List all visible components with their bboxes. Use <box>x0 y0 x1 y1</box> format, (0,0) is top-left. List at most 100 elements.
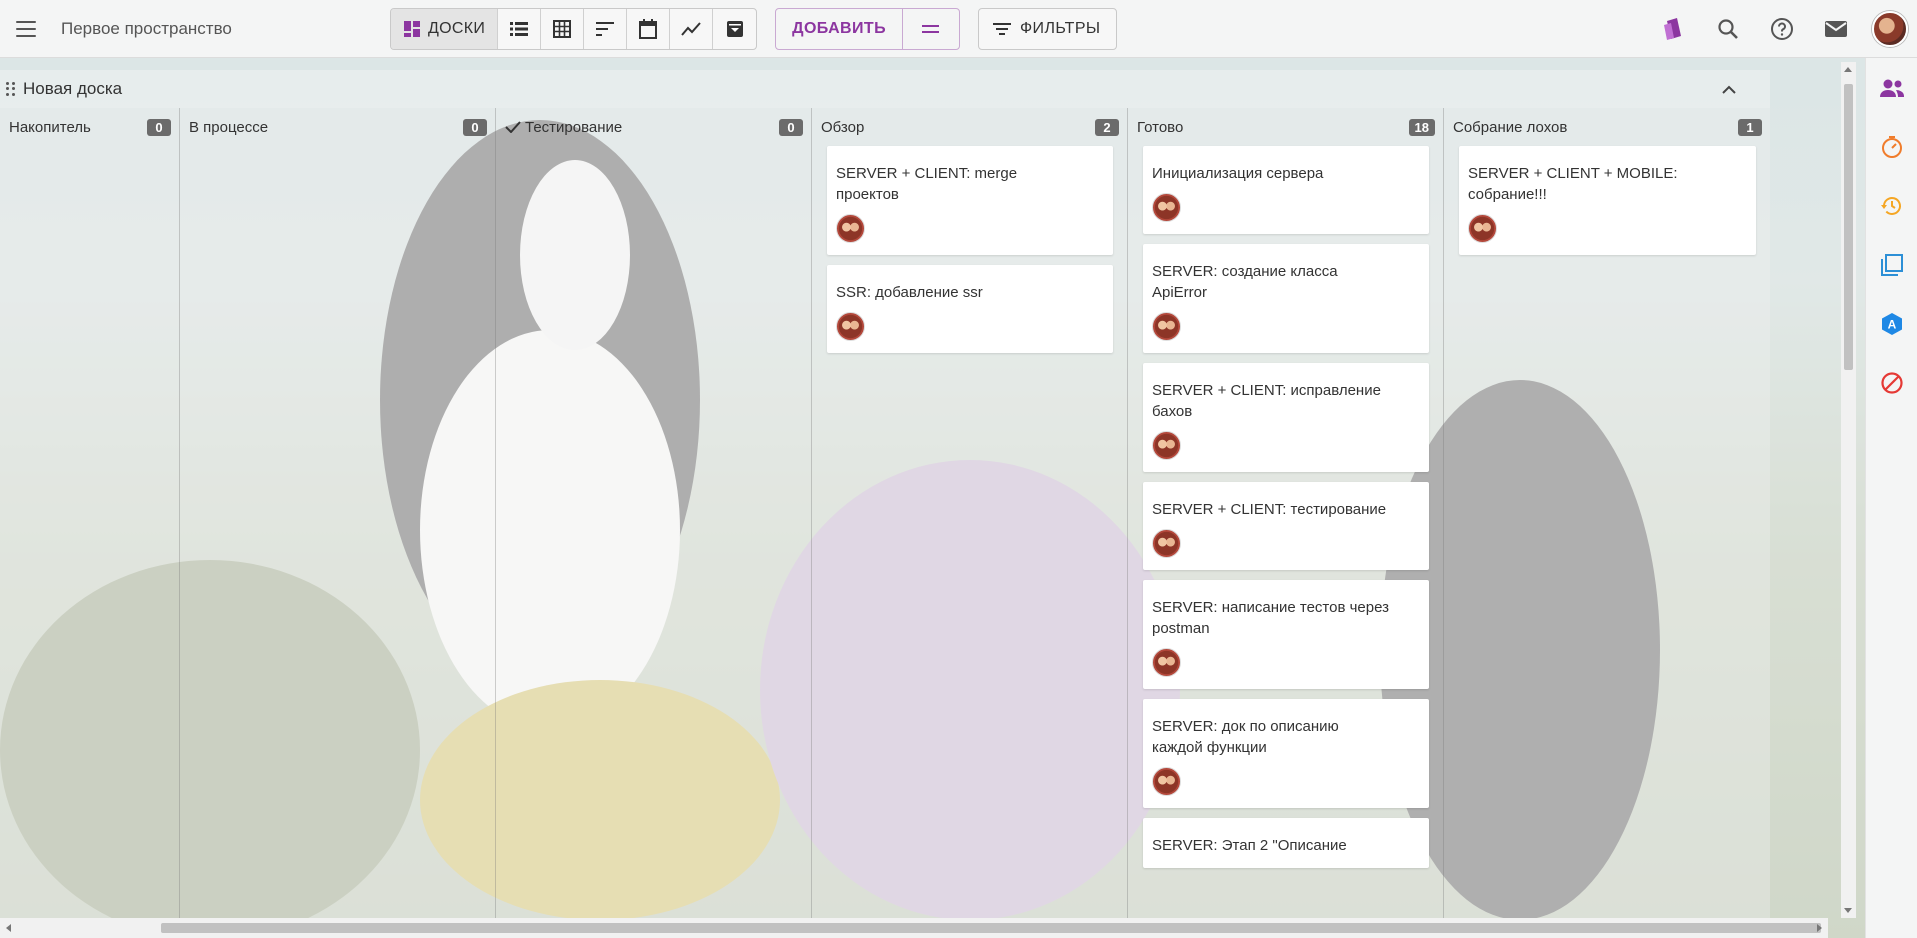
card-title: SERVER: док по описанию каждой функции <box>1152 718 1339 756</box>
assignee-avatar[interactable] <box>1152 767 1181 796</box>
column-meeting: Собрание лохов 1 SERVER + CLIENT + MOBIL… <box>1444 108 1770 918</box>
task-card[interactable]: SERVER + CLIENT: исправление бахов <box>1143 363 1429 472</box>
cards-icon[interactable] <box>1647 0 1701 58</box>
chart-icon <box>681 21 701 36</box>
card-title: Инициализация сервера <box>1152 165 1324 182</box>
scroll-right-icon[interactable] <box>1817 924 1822 932</box>
view-sort-button[interactable] <box>584 8 628 49</box>
assignee-avatar[interactable] <box>1152 431 1181 460</box>
timer-icon[interactable] <box>1866 117 1917 176</box>
card-list: SERVER + CLIENT: merge проектов SSR: доб… <box>812 146 1127 353</box>
hamburger-menu-icon[interactable] <box>16 14 46 44</box>
view-chart-button[interactable] <box>670 8 714 49</box>
card-title: SSR: добавление ssr <box>836 284 983 301</box>
task-card[interactable]: SERVER + CLIENT: тестирование <box>1143 482 1429 570</box>
column-header[interactable]: Обзор 2 <box>812 108 1127 146</box>
table-icon <box>553 19 572 38</box>
board-title: Новая доска <box>23 79 123 98</box>
task-card[interactable]: SERVER: создание класса ApiError <box>1143 244 1429 353</box>
view-archive-button[interactable] <box>713 9 756 49</box>
assignee-avatar[interactable] <box>1152 312 1181 341</box>
view-boards-button[interactable]: ДОСКИ <box>391 8 499 49</box>
people-icon[interactable] <box>1866 58 1917 117</box>
assignee-avatar[interactable] <box>1152 648 1181 677</box>
board-header: Новая доска <box>0 70 1770 108</box>
sort-icon <box>596 21 615 36</box>
chevron-up-icon[interactable] <box>1718 80 1740 98</box>
column-header[interactable]: Собрание лохов 1 <box>1444 108 1770 146</box>
mail-icon[interactable] <box>1809 0 1863 58</box>
view-table-button[interactable] <box>541 8 585 49</box>
column-count-badge: 0 <box>147 118 171 136</box>
user-avatar[interactable] <box>1863 0 1917 58</box>
card-title: SERVER + CLIENT: merge проектов <box>836 165 1018 203</box>
top-right-actions <box>1647 0 1917 58</box>
task-card[interactable]: SERVER: док по описанию каждой функции <box>1143 699 1429 808</box>
scroll-down-icon[interactable] <box>1844 908 1852 913</box>
vertical-scrollbar[interactable] <box>1841 62 1856 918</box>
filters-button[interactable]: ФИЛЬТРЫ <box>977 7 1118 50</box>
scroll-left-icon[interactable] <box>6 924 11 932</box>
column-count-badge: 2 <box>1095 118 1119 136</box>
assignee-avatar[interactable] <box>1468 214 1497 243</box>
calendar-icon <box>639 18 658 39</box>
column-in-progress: В процессе 0 <box>180 108 496 918</box>
checkmark-icon <box>505 121 521 133</box>
block-icon[interactable] <box>1866 353 1917 412</box>
archive-icon <box>726 20 743 37</box>
filters-label: ФИЛЬТРЫ <box>1019 19 1101 37</box>
task-card[interactable]: SERVER: написание тестов через postman <box>1143 580 1429 689</box>
column-review: Обзор 2 SERVER + CLIENT: merge проектов … <box>812 108 1128 918</box>
task-card[interactable]: SERVER + CLIENT + MOBILE: собрание!!! <box>1459 146 1756 255</box>
column-title: Собрание лохов <box>1453 118 1568 136</box>
task-card[interactable]: SERVER: Этап 2 "Описание <box>1143 818 1429 868</box>
search-icon[interactable] <box>1701 0 1755 58</box>
card-title: SERVER + CLIENT: исправление бахов <box>1152 382 1381 420</box>
assignee-avatar[interactable] <box>836 214 865 243</box>
add-button[interactable]: ДОБАВИТЬ <box>776 8 903 49</box>
column-header[interactable]: Готово 18 <box>1128 108 1443 146</box>
add-button-group: ДОБАВИТЬ <box>775 7 960 50</box>
column-header[interactable]: Тестирование 0 <box>496 108 811 146</box>
translate-icon[interactable]: A <box>1866 294 1917 353</box>
right-rail: A <box>1865 58 1917 938</box>
column-backlog: Накопитель 0 <box>0 108 180 918</box>
task-card[interactable]: SERVER + CLIENT: merge проектов <box>827 146 1113 255</box>
column-count-badge: 0 <box>779 118 803 136</box>
scrollbar-thumb[interactable] <box>1844 84 1853 370</box>
assignee-avatar[interactable] <box>836 312 865 341</box>
list-icon <box>510 21 529 36</box>
view-boards-label: ДОСКИ <box>428 19 486 37</box>
column-title: Накопитель <box>9 118 91 136</box>
card-list: Инициализация сервера SERVER: создание к… <box>1128 146 1443 868</box>
assignee-avatar[interactable] <box>1152 529 1181 558</box>
view-list-button[interactable] <box>498 8 542 49</box>
column-count-badge: 18 <box>1408 118 1435 136</box>
copy-icon[interactable] <box>1866 235 1917 294</box>
column-header[interactable]: В процессе 0 <box>180 108 495 146</box>
column-count-badge: 0 <box>463 118 487 136</box>
task-card[interactable]: SSR: добавление ssr <box>827 265 1113 353</box>
help-icon[interactable] <box>1755 0 1809 58</box>
add-options-icon[interactable] <box>903 9 959 49</box>
task-card[interactable]: Инициализация сервера <box>1143 146 1429 234</box>
view-calendar-button[interactable] <box>627 8 671 49</box>
column-count-badge: 1 <box>1738 118 1762 136</box>
card-title: SERVER: Этап 2 "Описание <box>1152 837 1347 854</box>
column-testing: Тестирование 0 <box>496 108 812 918</box>
scroll-up-icon[interactable] <box>1844 67 1852 72</box>
drag-handle-icon[interactable] <box>6 82 16 96</box>
space-title: Первое пространство <box>61 18 232 38</box>
card-title: SERVER + CLIENT + MOBILE: собрание!!! <box>1468 165 1678 203</box>
top-bar: Первое пространство ДОСКИ ДОБАВИТЬ ФИЛЬТ… <box>0 0 1917 58</box>
column-header[interactable]: Накопитель 0 <box>0 108 179 146</box>
history-icon[interactable] <box>1866 176 1917 235</box>
card-list: SERVER + CLIENT + MOBILE: собрание!!! <box>1444 146 1770 255</box>
column-title: В процессе <box>189 118 269 136</box>
filter-icon <box>992 22 1011 35</box>
assignee-avatar[interactable] <box>1152 193 1181 222</box>
column-done: Готово 18 Инициализация сервера SERVER: … <box>1128 108 1444 918</box>
column-title: Обзор <box>821 118 865 136</box>
scrollbar-thumb[interactable] <box>161 923 1821 933</box>
horizontal-scrollbar[interactable] <box>0 918 1828 938</box>
